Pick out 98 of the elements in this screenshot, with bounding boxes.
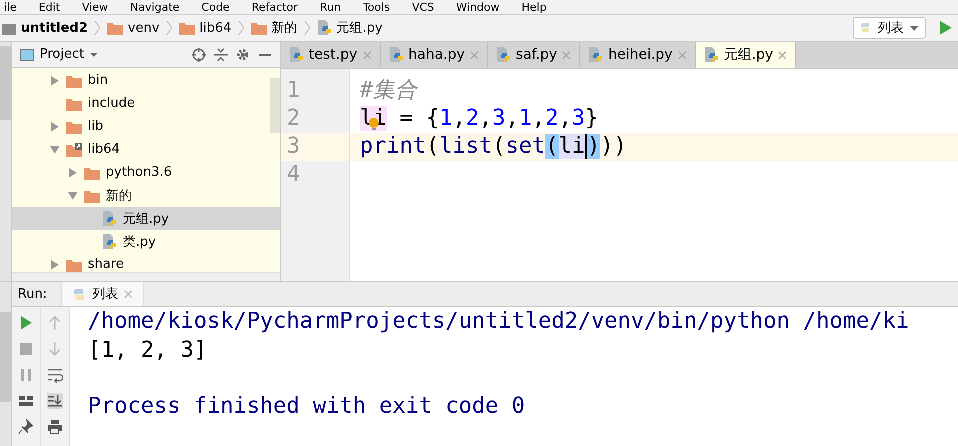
scrollbar[interactable] <box>12 272 280 281</box>
python-file-icon <box>704 47 719 63</box>
expand-arrow-icon[interactable] <box>50 146 60 154</box>
folder-icon <box>66 142 82 156</box>
python-file-icon <box>289 47 304 63</box>
menu-item[interactable]: Navigate <box>130 0 180 14</box>
tree-item[interactable]: 类.py <box>123 232 156 250</box>
python-file-icon <box>388 47 404 63</box>
folder-icon <box>84 166 100 180</box>
settings-icon[interactable] <box>236 48 250 62</box>
menu-item[interactable]: Refactor <box>252 0 298 14</box>
menu-item[interactable]: Help <box>522 0 547 14</box>
close-icon <box>678 50 687 60</box>
layout-icon[interactable] <box>18 393 34 409</box>
code-line: print(list(set(li))) <box>360 133 627 161</box>
expand-arrow-icon[interactable] <box>68 192 78 200</box>
python-file-icon <box>496 47 512 63</box>
chevron-icon <box>166 20 173 36</box>
tree-item[interactable]: share <box>88 257 124 272</box>
breadcrumb[interactable]: lib64 <box>200 20 232 36</box>
line-number: 2 <box>287 106 300 131</box>
close-icon <box>562 50 572 60</box>
breadcrumb[interactable]: untitled2 <box>21 20 88 36</box>
chevron-icon <box>304 20 311 36</box>
tree-item[interactable]: 新的 <box>106 186 132 204</box>
line-number: 4 <box>287 162 300 187</box>
editor-tab[interactable]: heihei.py <box>580 42 696 68</box>
python-file-icon <box>316 20 332 36</box>
up-arrow-icon[interactable] <box>47 315 63 331</box>
close-icon <box>470 50 480 60</box>
python-logo-icon <box>860 23 872 33</box>
folder-icon <box>66 96 82 110</box>
python-file-icon <box>102 234 117 250</box>
line-number: 3 <box>287 134 300 159</box>
menu-item[interactable]: Edit <box>38 0 60 14</box>
run-config-dropdown[interactable]: 列表 <box>853 17 926 39</box>
editor-tab[interactable]: test.py <box>281 42 381 68</box>
code-line: #集合 <box>360 77 418 105</box>
close-icon <box>362 50 372 60</box>
menu-item[interactable]: View <box>82 0 108 14</box>
close-icon <box>124 290 134 298</box>
console-line: [1, 2, 3] <box>88 337 208 365</box>
menu-item[interactable]: ile <box>4 0 17 14</box>
tree-item[interactable]: bin <box>88 73 108 88</box>
folder-icon <box>250 21 267 35</box>
chevron-icon <box>238 20 245 36</box>
menu-item[interactable]: VCS <box>412 0 434 14</box>
run-icon[interactable] <box>18 315 34 331</box>
expand-arrow-icon[interactable] <box>51 260 59 270</box>
menu-item[interactable]: Code <box>202 0 230 14</box>
line-number: 1 <box>287 78 300 103</box>
caret-icon <box>910 26 919 30</box>
folder-icon <box>178 21 195 35</box>
expand-arrow-icon[interactable] <box>51 122 59 132</box>
close-icon <box>778 50 788 60</box>
menu-item[interactable]: Run <box>320 0 342 14</box>
print-icon[interactable] <box>47 419 63 435</box>
menu-item[interactable]: Tools <box>363 0 390 14</box>
collapse-icon[interactable] <box>214 48 228 62</box>
pin-icon[interactable] <box>18 419 34 435</box>
tree-item[interactable]: 元组.py <box>123 210 170 228</box>
tree-item[interactable]: include <box>88 96 136 111</box>
folder-icon <box>66 74 82 88</box>
soft-wrap-icon[interactable] <box>47 367 63 383</box>
stop-icon[interactable] <box>18 341 34 357</box>
editor-tab[interactable]: 元组.py <box>696 42 796 68</box>
tree-item[interactable]: lib <box>88 119 104 134</box>
console-line: Process finished with exit code 0 <box>88 393 526 421</box>
expand-arrow-icon[interactable] <box>69 168 77 178</box>
console-line: /home/kiosk/PycharmProjects/untitled2/venv/bin/python /home/ki <box>88 308 910 336</box>
menu-item[interactable]: Window <box>456 0 500 14</box>
folder-icon <box>84 188 100 202</box>
panel-title[interactable]: Project <box>40 47 84 62</box>
run-icon[interactable] <box>940 21 952 35</box>
panel-label: Run: <box>18 286 48 302</box>
down-arrow-icon[interactable] <box>47 341 63 357</box>
tree-item[interactable]: lib64 <box>88 142 120 157</box>
scroll-to-end-icon[interactable] <box>47 393 63 409</box>
pause-icon[interactable] <box>18 367 34 383</box>
editor-tab[interactable]: saf.py <box>488 42 580 68</box>
run-tab[interactable]: 列表 <box>61 282 144 306</box>
chevron-icon <box>94 20 102 36</box>
scrollbar[interactable] <box>270 78 280 133</box>
editor-tab[interactable]: haha.py <box>380 42 488 68</box>
tree-item[interactable]: python3.6 <box>106 165 172 180</box>
python-file-icon <box>588 47 604 63</box>
breadcrumb[interactable]: 新的 <box>272 19 298 37</box>
folder-icon <box>66 120 82 134</box>
python-file-icon <box>102 210 117 226</box>
caret-icon <box>90 52 98 56</box>
python-logo-icon <box>72 288 86 300</box>
window-icon <box>20 48 34 60</box>
crosshair-icon[interactable] <box>192 48 206 62</box>
expand-arrow-icon[interactable] <box>51 76 59 86</box>
folder-icon <box>107 21 124 35</box>
breadcrumb[interactable]: 元组.py <box>336 19 383 37</box>
breadcrumb[interactable]: venv <box>128 20 160 36</box>
folder-icon <box>2 21 16 35</box>
